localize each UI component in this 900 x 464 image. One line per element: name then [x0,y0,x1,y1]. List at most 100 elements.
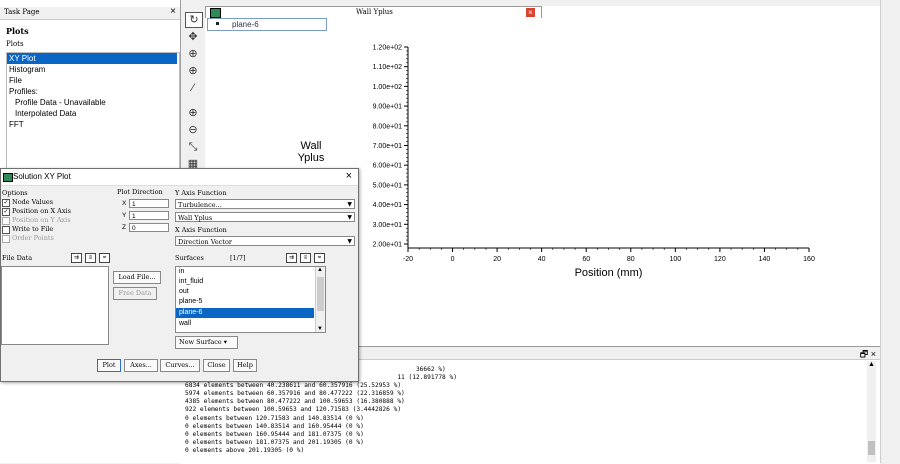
data-point [698,204,702,207]
data-point [478,143,481,146]
data-point [701,185,705,188]
data-point [474,110,478,113]
data-point [742,157,745,161]
data-point [541,203,545,206]
data-point [564,61,568,65]
data-point [723,198,726,201]
data-point [748,207,752,210]
pan-icon[interactable]: ✥ [185,30,201,44]
close-tab-icon[interactable]: × [526,8,535,17]
data-point [605,151,608,154]
data-point [474,220,478,224]
data-point [486,188,489,191]
data-point [574,121,578,124]
data-point [504,203,508,206]
data-point [514,141,518,145]
data-point [691,97,695,101]
data-point [698,166,702,169]
data-point [691,100,695,104]
data-point [618,160,621,163]
data-point [680,184,683,187]
data-point [564,168,568,172]
fit-icon[interactable]: ⤡ [185,140,201,154]
data-point [474,195,478,198]
data-point [611,122,615,126]
data-point [635,182,638,186]
data-point [725,96,728,99]
zoom-in-icon[interactable]: ⊕ [185,47,201,61]
data-point [608,113,611,117]
data-point [464,67,468,70]
zoom-fit-icon[interactable]: ⊕ [185,64,201,78]
plot-type-profile-data[interactable]: Profile Data - Unavailable [15,97,106,108]
plot-type-xy-plot[interactable]: XY Plot [7,53,177,64]
data-point [489,170,493,173]
data-point [574,130,578,134]
close-icon[interactable]: × [170,6,176,17]
data-point [554,183,558,187]
data-point [598,226,601,230]
data-point [653,104,656,107]
rotate-icon[interactable]: ↻ [185,12,203,28]
data-point [534,161,538,165]
data-point [668,94,672,98]
data-point [651,192,655,195]
data-point [613,172,616,175]
data-point [738,200,742,203]
data-point [742,176,745,180]
data-point [574,140,578,143]
data-point [675,105,678,109]
data-point [584,167,588,171]
data-point [671,126,675,130]
data-point [641,219,645,222]
data-point [451,156,454,160]
data-point [541,108,545,112]
data-point [488,173,491,176]
data-point [655,126,658,129]
data-point [671,92,675,95]
zoom-out-icon[interactable]: ⊖ [185,123,201,137]
plot-type-file[interactable]: File [9,75,22,86]
data-point [514,179,518,183]
data-point [561,150,565,154]
data-point [708,183,712,187]
graphics-tab-title: Wall Yplus [356,8,393,16]
zoom-box-icon[interactable]: ⊕ [185,106,201,120]
data-point [605,189,608,192]
plot-type-profiles[interactable]: Profiles: [9,86,38,97]
data-point [513,74,516,77]
data-point [635,116,638,120]
data-point [518,138,521,142]
data-point [698,147,702,150]
probe-icon[interactable]: ⁄ [185,81,201,95]
data-point [727,94,730,97]
data-point [513,216,516,219]
data-point [494,126,498,129]
data-point [494,151,498,154]
data-point [671,136,675,139]
data-point [653,184,656,187]
data-point [493,117,496,120]
data-point [561,160,565,163]
plot-type-histogram[interactable]: Histogram [9,64,45,75]
data-point [474,167,478,170]
plot-type-interpolated-data[interactable]: Interpolated Data [15,108,76,119]
data-point [478,67,481,71]
data-point [698,96,702,100]
data-point [546,182,549,185]
data-point [701,81,705,84]
data-point [571,74,575,77]
data-point [464,177,468,180]
data-point [518,129,521,132]
data-point [608,195,611,198]
plot-type-fft[interactable]: FFT [9,119,24,130]
data-point [538,189,541,192]
data-point [698,175,702,179]
data-point [671,183,675,187]
data-point [521,176,524,180]
data-point [645,219,648,223]
data-point [571,77,575,80]
data-point [671,164,675,168]
data-point [685,111,688,114]
data-point [561,131,565,135]
